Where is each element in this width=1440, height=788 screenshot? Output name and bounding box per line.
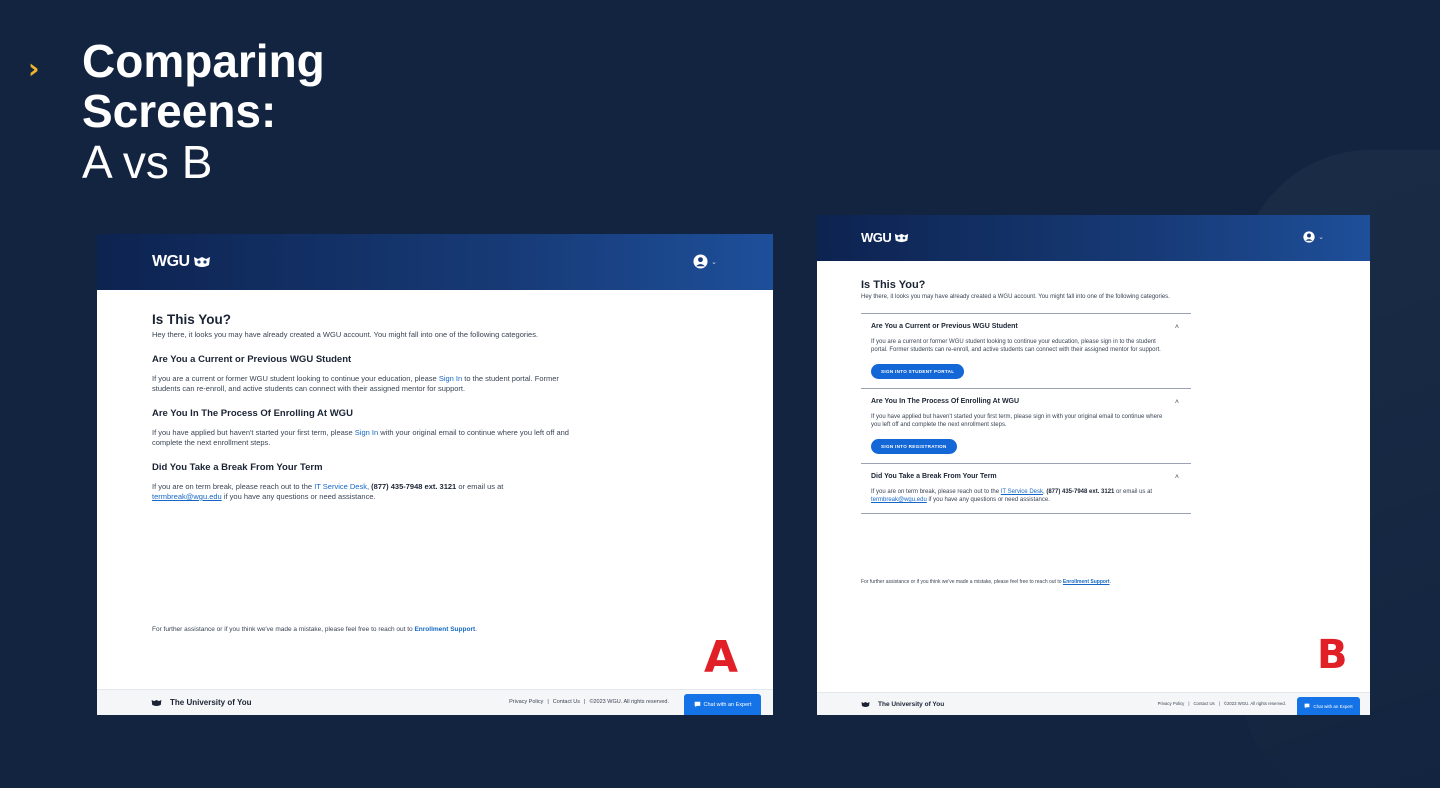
accordion-item[interactable]: Are You a Current or Previous WGU Studen… [861,314,1191,389]
text: For further assistance or if you think w… [152,626,415,633]
tagline-text: The University of You [878,700,945,708]
text: If you are a current or former WGU stude… [152,374,439,383]
chat-label: Chat with an Expert [1313,703,1353,709]
privacy-policy-link[interactable]: Privacy Policy [509,699,543,705]
screen-label: B [1317,632,1348,678]
accordion-heading[interactable]: Are You In The Process Of Enrolling At W… [871,398,1181,405]
user-menu[interactable]: ⌄ [693,254,717,269]
chat-bubble-icon [1304,703,1310,709]
text: if you have any questions or need assist… [926,497,1050,503]
section-heading: Did You Take a Break From Your Term [152,462,323,473]
tagline-text: The University of You [170,698,252,707]
chevron-right-icon: › [28,52,40,85]
accordion-item[interactable]: Did You Take a Break From Your Term ˄ If… [861,464,1191,514]
email-link[interactable]: termbreak@wgu.edu [871,497,927,503]
site-footer: The University of You Privacy Policy | Co… [817,692,1370,715]
section-heading: Are You In The Process Of Enrolling At W… [152,408,353,419]
site-footer: The University of You Privacy Policy | Co… [97,689,773,715]
owl-icon [193,257,210,267]
user-menu[interactable]: ⌄ [1303,231,1324,243]
slide-title: Comparing Screens: A vs B [82,36,325,188]
page-content: Is This You? Hey there, it looks you may… [817,261,1370,514]
chat-with-expert-button[interactable]: Chat with an Expert [1297,697,1360,715]
accordion-heading[interactable]: Did You Take a Break From Your Term [871,473,1181,480]
accordion-item[interactable]: Are You In The Process Of Enrolling At W… [861,389,1191,464]
accordion: Are You a Current or Previous WGU Studen… [861,313,1191,514]
chevron-down-icon: ⌄ [711,258,717,266]
intro-text: Hey there, it looks you may have already… [861,294,1170,300]
section-text: If you are on term break, please reach o… [152,482,504,501]
accordion-heading[interactable]: Are You a Current or Previous WGU Studen… [871,323,1181,330]
chat-with-expert-button[interactable]: Chat with an Expert [684,694,761,715]
footer-note: For further assistance or if you think w… [152,626,477,633]
owl-icon [861,701,870,707]
owl-icon [895,233,909,242]
screenshot-b: WGU ⌄ Is This You? Hey there, it looks y… [817,215,1370,715]
text: If you are on term break, please reach o… [152,482,315,491]
text: If you are on term break, please reach o… [871,489,1001,495]
owl-icon [151,699,162,706]
phone-number: (877) 435-7948 ext. 3121 [1046,489,1115,495]
site-header: WGU ⌄ [817,215,1370,261]
screen-label: A [704,632,739,683]
page-title: Is This You? [152,312,232,327]
enrollment-support-link[interactable]: Enrollment Support [414,626,475,633]
footer-tagline: The University of You [861,701,944,708]
logo-text: WGU [861,230,892,245]
contact-us-link[interactable]: Contact Us [1193,701,1214,706]
chevron-up-icon[interactable]: ˄ [1175,474,1179,481]
site-header: WGU ⌄ [97,234,773,290]
user-avatar-icon [1303,231,1315,243]
user-avatar-icon [693,254,708,269]
contact-us-link[interactable]: Contact Us [553,699,580,705]
chevron-up-icon[interactable]: ˄ [1175,324,1179,331]
text: or email us at [1114,489,1153,495]
section-text: If you have applied but haven't started … [152,428,572,448]
email-link[interactable]: termbreak@wgu.edu [152,492,222,501]
divider: | [584,699,586,705]
wgu-logo[interactable]: WGU [861,230,909,245]
footer-tagline: The University of You [151,698,252,707]
title-line-2: Screens: [82,85,277,137]
accordion-text: If you have applied but haven't started … [871,414,1163,428]
divider: | [1188,701,1190,706]
enrollment-support-link[interactable]: Enrollment Support [1063,579,1110,585]
chevron-down-icon: ⌄ [1318,234,1324,241]
phone-number: (877) 435-7948 ext. 3121 [371,482,457,491]
accordion-text: If you are a current or former WGU stude… [871,339,1161,353]
divider: | [547,699,549,705]
text: If you have applied but haven't started … [152,428,355,437]
copyright: ©2023 WGU. All rights reserved. [589,699,669,705]
copyright: ©2023 WGU. All rights reserved. [1223,701,1286,706]
chat-bubble-icon [694,701,700,708]
logo-text: WGU [152,253,190,270]
divider: | [1218,701,1220,706]
section-text: If you are a current or former WGU stude… [152,374,572,394]
sign-into-registration-button[interactable]: SIGN INTO REGISTRATION [871,439,957,454]
page-content: Is This You? Hey there, it looks you may… [97,290,773,502]
slide-subtitle: A vs B [82,136,213,188]
title-line-1: Comparing [82,35,325,87]
screenshot-a: WGU ⌄ Is This You? Hey there, it looks y… [97,234,773,715]
accordion-text: If you are on term break, please reach o… [871,489,1153,503]
text: For further assistance or if you think w… [861,579,1063,585]
section-heading: Are You a Current or Previous WGU Studen… [152,354,352,365]
it-service-desk-link[interactable]: IT Service Desk [1001,489,1043,495]
wgu-logo[interactable]: WGU [152,253,211,271]
chevron-up-icon[interactable]: ˄ [1175,399,1179,406]
page-title: Is This You? [861,279,926,291]
sign-in-link[interactable]: Sign In [439,374,462,383]
intro-text: Hey there, it looks you may have already… [152,330,539,339]
sign-in-link[interactable]: Sign In [355,428,378,437]
privacy-policy-link[interactable]: Privacy Policy [1158,701,1185,706]
footer-links: Privacy Policy | Contact Us | ©2023 WGU. A… [509,699,669,705]
footer-note: For further assistance or if you think w… [861,579,1111,585]
text: or email us at [456,482,504,491]
footer-links: Privacy Policy | Contact Us | ©2023 WGU. A… [1158,701,1286,706]
chat-label: Chat with an Expert [703,701,752,708]
sign-into-student-portal-button[interactable]: SIGN INTO STUDENT PORTAL [871,364,965,379]
text: if you have any questions or need assist… [221,492,376,501]
it-service-desk-link[interactable]: IT Service Desk [314,482,367,491]
